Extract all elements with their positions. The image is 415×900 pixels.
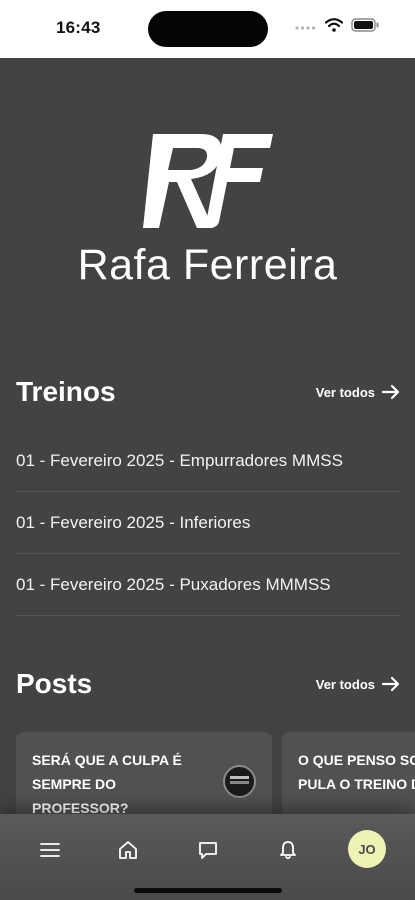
nav-notifications-button[interactable] xyxy=(272,834,304,866)
nav-menu-button[interactable] xyxy=(34,834,66,866)
treino-label: 01 - Fevereiro 2025 - Inferiores xyxy=(16,512,251,532)
battery-icon xyxy=(351,18,379,32)
nav-chat-button[interactable] xyxy=(192,834,224,866)
treino-item[interactable]: 01 - Fevereiro 2025 - Puxadores MMMSS xyxy=(16,554,401,616)
post-title: SERÁ QUE A CULPA É SEMPRE DO PROFESSOR? xyxy=(32,752,182,816)
treino-item[interactable]: 01 - Fevereiro 2025 - Empurradores MMSS xyxy=(16,430,401,492)
post-thumbnail xyxy=(223,765,256,798)
treino-label: 01 - Fevereiro 2025 - Empurradores MMSS xyxy=(16,450,343,470)
main-content: Rafa Ferreira Treinos Ver todos 01 - Fev… xyxy=(0,58,415,900)
brand-name: Rafa Ferreira xyxy=(77,241,338,289)
status-time: 16:43 xyxy=(56,18,101,37)
bottom-nav: JO xyxy=(0,814,415,900)
posts-see-all-link[interactable]: Ver todos xyxy=(316,676,401,692)
home-indicator xyxy=(134,888,282,893)
status-bar: 16:43 xyxy=(0,0,415,58)
see-all-label: Ver todos xyxy=(315,676,375,692)
wifi-icon xyxy=(325,18,343,32)
arrow-right-icon xyxy=(381,676,400,692)
arrow-right-icon xyxy=(381,384,400,400)
bell-icon xyxy=(280,841,296,860)
nav-home-button[interactable] xyxy=(112,834,144,866)
treino-item[interactable]: 01 - Fevereiro 2025 - Inferiores xyxy=(16,492,401,554)
posts-header: Posts Ver todos xyxy=(16,668,401,700)
brand-logo: Rafa Ferreira xyxy=(0,124,415,289)
user-avatar[interactable]: JO xyxy=(348,830,386,868)
signal-icon xyxy=(295,26,316,30)
treino-label: 01 - Fevereiro 2025 - Puxadores MMMSS xyxy=(16,574,331,594)
rf-logo-mark xyxy=(143,134,273,228)
status-icons xyxy=(295,18,379,32)
menu-icon xyxy=(40,843,60,857)
see-all-label: Ver todos xyxy=(315,384,375,400)
home-icon xyxy=(119,841,137,859)
posts-title: Posts xyxy=(16,668,93,699)
treinos-title: Treinos xyxy=(16,376,116,407)
post-title: O QUE PENSO SOBRE QUEM PULA O TREINO DE … xyxy=(298,752,415,792)
dynamic-island xyxy=(148,11,268,47)
treinos-see-all-link[interactable]: Ver todos xyxy=(316,384,401,400)
chat-icon xyxy=(199,842,217,859)
treinos-header: Treinos Ver todos xyxy=(16,376,401,408)
treinos-list: 01 - Fevereiro 2025 - Empurradores MMSS … xyxy=(16,430,401,616)
